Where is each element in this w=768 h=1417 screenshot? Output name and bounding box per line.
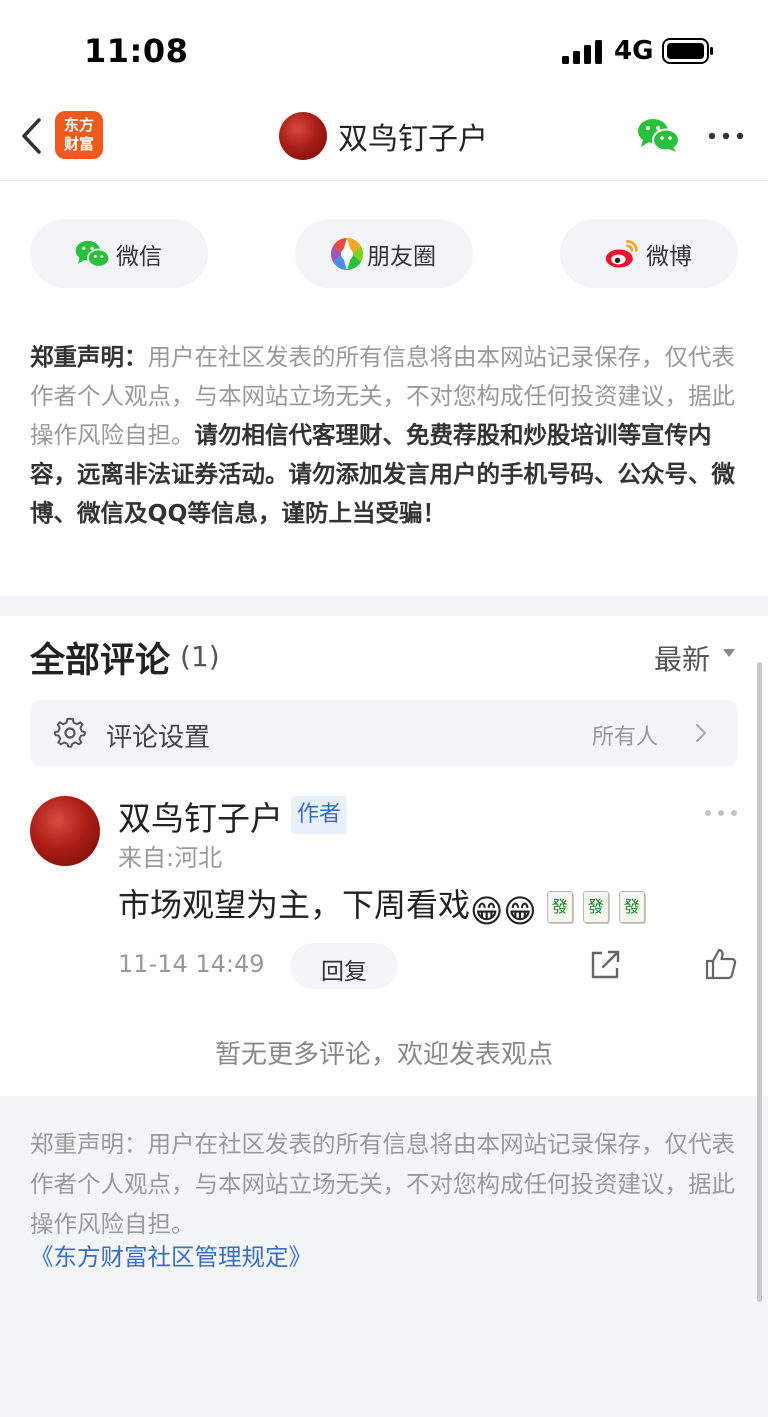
comment-settings-value: 所有人	[592, 725, 659, 750]
wechat-icon	[75, 240, 110, 268]
scrollbar[interactable]	[757, 662, 762, 1302]
more-icon[interactable]	[708, 126, 744, 146]
weibo-icon	[605, 240, 638, 268]
caret-down-icon[interactable]	[722, 648, 736, 658]
comment-text: 市场观望为主，下周看戏😁😁 發發發	[118, 880, 645, 930]
app-logo[interactable]: 东方 财富	[55, 111, 103, 159]
author-badge: 作者	[291, 796, 348, 834]
gear-icon	[54, 717, 86, 748]
comment-settings-label: 评论设置	[106, 723, 211, 753]
mahjong-fa-tile: 發	[546, 891, 573, 923]
thumbs-up-icon[interactable]	[704, 947, 738, 981]
reply-label: 回复	[321, 959, 367, 985]
disclaimer-lead: 郑重声明：	[30, 343, 148, 371]
app-logo-text-2: 财富	[63, 135, 94, 153]
comments-count: (1)	[180, 640, 220, 673]
chevron-right-icon	[695, 723, 707, 743]
comment-location: 来自:河北	[118, 844, 223, 872]
moments-icon	[330, 237, 364, 271]
sort-dropdown[interactable]: 最新	[654, 638, 710, 678]
mahjong-fa-tile: 發	[582, 891, 609, 923]
status-time: 11:08	[84, 32, 189, 70]
commenter-name[interactable]: 双鸟钉子户	[118, 792, 283, 840]
share-moments-label: 朋友圈	[367, 244, 436, 270]
section-separator	[0, 596, 768, 616]
app-logo-text-1: 东方	[63, 116, 94, 134]
commenter-avatar[interactable]	[30, 796, 100, 866]
share-wechat-button[interactable]: 微信	[30, 219, 208, 288]
disclaimer-bottom: 郑重声明：用户在社区发表的所有信息将由本网站记录保存，仅代表作者个人观点，与本网…	[30, 1130, 735, 1238]
page-title: 双鸟钉子户	[338, 122, 488, 157]
network-type: 4G	[614, 36, 654, 66]
community-rules-link[interactable]: 《东方财富社区管理规定》	[30, 1238, 312, 1272]
no-more-comments: 暂无更多评论，欢迎发表观点	[214, 1040, 553, 1070]
back-icon[interactable]	[18, 116, 46, 156]
comment-settings-row[interactable]: 评论设置 所有人	[30, 700, 738, 766]
signal-icon	[562, 40, 602, 64]
reply-button[interactable]: 回复	[290, 943, 398, 989]
comment-body: 市场观望为主，下周看戏	[118, 886, 471, 924]
comment-time: 11-14 14:49	[118, 950, 265, 978]
share-weibo-button[interactable]: 微博	[560, 219, 738, 288]
mahjong-fa-tile: 發	[618, 891, 645, 923]
battery-icon	[662, 38, 713, 64]
grin-emoji: 😁	[470, 892, 504, 930]
comment-more-icon[interactable]	[704, 808, 738, 818]
share-weibo-label: 微博	[646, 244, 692, 270]
share-wechat-label: 微信	[116, 244, 162, 270]
comments-title: 全部评论	[30, 641, 171, 681]
disclaimer-top: 郑重声明：用户在社区发表的所有信息将由本网站记录保存，仅代表作者个人观点，与本网…	[30, 338, 742, 533]
wechat-icon[interactable]	[636, 117, 680, 153]
nav-divider	[0, 180, 768, 181]
nav-avatar[interactable]	[279, 112, 327, 160]
share-moments-button[interactable]: 朋友圈	[295, 219, 473, 288]
grin-emoji: 😁	[503, 892, 537, 930]
share-icon[interactable]	[588, 948, 622, 982]
